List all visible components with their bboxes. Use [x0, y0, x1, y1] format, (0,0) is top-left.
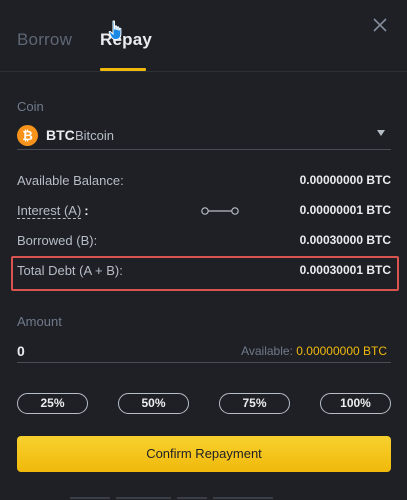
- active-tab-indicator: [100, 68, 146, 71]
- coin-name: Bitcoin: [75, 128, 115, 143]
- borrowed-row: Borrowed (B): 0.00030000 BTC: [17, 233, 391, 251]
- close-icon[interactable]: [371, 16, 389, 34]
- tab-borrow[interactable]: Borrow: [17, 30, 72, 50]
- amount-available-value: 0.00000000 BTC: [296, 344, 387, 358]
- amount-input[interactable]: [17, 341, 177, 361]
- interest-value: 0.00000001 BTC: [299, 203, 391, 217]
- amount-label: Amount: [17, 314, 62, 329]
- amount-available: Available: 0.00000000 BTC: [241, 344, 387, 358]
- interest-label-wrap: Interest (A):: [17, 203, 89, 219]
- confirm-repayment-button[interactable]: Confirm Repayment: [17, 436, 391, 472]
- total-debt-label: Total Debt (A + B):: [17, 263, 123, 278]
- available-balance-label: Available Balance:: [17, 173, 124, 188]
- percent-25-button[interactable]: 25%: [17, 393, 88, 414]
- borrowed-label: Borrowed (B):: [17, 233, 98, 248]
- caret-down-icon: [377, 130, 385, 136]
- slider-icon: [201, 207, 239, 215]
- percent-75-button[interactable]: 75%: [219, 393, 290, 414]
- borrowed-value: 0.00030000 BTC: [299, 233, 391, 247]
- total-debt-row: Total Debt (A + B): 0.00030001 BTC: [17, 263, 391, 281]
- available-balance-value: 0.00000000 BTC: [299, 173, 391, 187]
- amount-field: Available: 0.00000000 BTC: [17, 341, 391, 363]
- total-debt-value: 0.00030001 BTC: [299, 263, 391, 277]
- hand-pointer-icon: [108, 20, 122, 40]
- coin-select[interactable]: ₿ BTC Bitcoin: [17, 122, 391, 150]
- interest-row: Interest (A): 0.00000001 BTC: [17, 203, 391, 221]
- interest-label[interactable]: Interest (A): [17, 203, 82, 219]
- cut-off-footer-text: [70, 492, 330, 500]
- coin-symbol: BTC: [46, 127, 75, 143]
- coin-label: Coin: [17, 99, 44, 114]
- amount-available-label: Available:: [241, 344, 293, 358]
- percent-50-button[interactable]: 50%: [118, 393, 189, 414]
- available-balance-row: Available Balance: 0.00000000 BTC: [17, 173, 391, 191]
- tab-bar: Borrow Repay: [0, 0, 407, 72]
- interest-colon: :: [84, 203, 89, 218]
- bitcoin-icon: ₿: [17, 125, 38, 146]
- percent-100-button[interactable]: 100%: [320, 393, 391, 414]
